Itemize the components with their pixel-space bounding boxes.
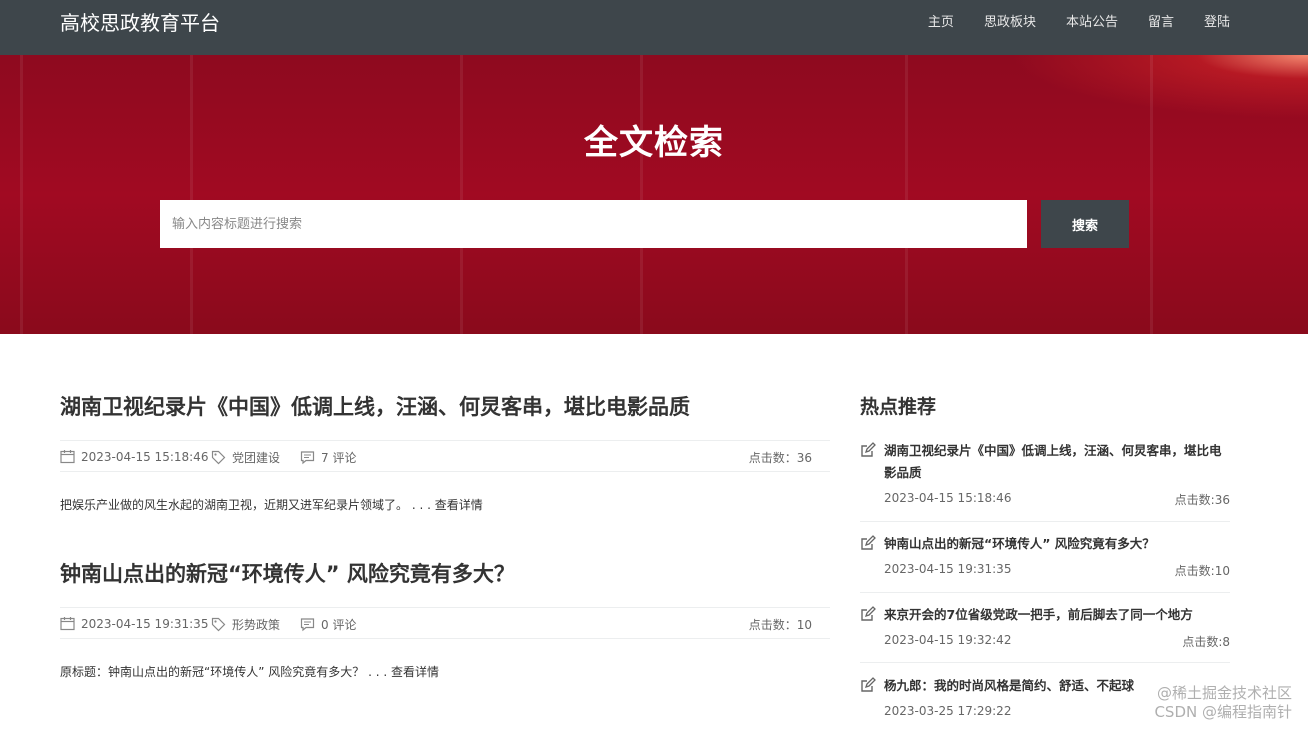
article-meta: 2023-04-15 15:18:46 党团建设 7 评论 点击数：36 (60, 440, 830, 472)
hot-recommend-title: 热点推荐 (860, 396, 937, 418)
article-item: 钟南山点出的新冠“环境传人” 风险究竟有多大？ 2023-04-15 19:31… (60, 559, 830, 679)
decor-stripe (460, 55, 463, 334)
edit-icon (861, 442, 876, 457)
nav-home[interactable]: 主页 (928, 14, 954, 32)
decor-stripe (20, 55, 23, 334)
comment-icon (300, 618, 315, 632)
hot-item-date: 2023-04-15 19:32:42 (884, 633, 1012, 647)
site-brand[interactable]: 高校思政教育平台 (60, 10, 220, 36)
edit-icon (861, 677, 876, 692)
article-category[interactable]: 党团建设 (232, 449, 280, 466)
hot-item-date: 2023-04-15 15:18:46 (884, 491, 1012, 505)
nav-announcements[interactable]: 本站公告 (1066, 14, 1118, 32)
article-comments[interactable]: 0 评论 (321, 616, 356, 633)
nav-ideology[interactable]: 思政板块 (984, 14, 1036, 32)
top-navbar: 高校思政教育平台 主页 思政板块 本站公告 留言 登陆 (0, 0, 1308, 55)
tag-icon (211, 450, 226, 465)
hero-title: 全文检索 (584, 123, 724, 163)
hot-item-title[interactable]: 钟南山点出的新冠“环境传人” 风险究竟有多大？ (884, 533, 1230, 555)
article-title[interactable]: 钟南山点出的新冠“环境传人” 风险究竟有多大？ (60, 559, 830, 589)
comment-icon (300, 451, 315, 465)
article-date: 2023-04-15 15:18:46 (81, 449, 209, 464)
decor-stripe (905, 55, 908, 334)
calendar-icon (60, 617, 75, 631)
article-comments[interactable]: 7 评论 (321, 449, 356, 466)
tag-icon (211, 617, 226, 632)
read-more-link[interactable]: . . . 查看详情 (408, 498, 483, 512)
hot-item-title[interactable]: 湖南卫视纪录片《中国》低调上线，汪涵、何炅客串，堪比电影品质 (884, 440, 1230, 484)
watermark: @稀土掘金技术社区 CSDN @编程指南针 (1154, 684, 1292, 721)
hot-list-item[interactable]: 湖南卫视纪录片《中国》低调上线，汪涵、何炅客串，堪比电影品质 2023-04-1… (860, 440, 1230, 522)
article-title[interactable]: 湖南卫视纪录片《中国》低调上线，汪涵、何炅客串，堪比电影品质 (60, 392, 830, 422)
hot-item-clicks: 点击数:8 (1182, 635, 1230, 649)
article-category[interactable]: 形势政策 (232, 616, 280, 633)
hot-item-clicks: 点击数:36 (1174, 493, 1230, 507)
main-nav: 主页 思政板块 本站公告 留言 登陆 (898, 14, 1230, 32)
article-clicks: 点击数：10 (748, 618, 812, 632)
search-input[interactable] (160, 200, 1027, 248)
read-more-link[interactable]: . . . 查看详情 (364, 665, 439, 679)
calendar-icon (60, 450, 75, 464)
hot-list-item[interactable]: 来京开会的7位省级党政一把手，前后脚去了同一个地方 2023-04-15 19:… (860, 604, 1230, 663)
article-summary: 原标题：钟南山点出的新冠“环境传人” 风险究竟有多大？ . . . 查看详情 (60, 665, 439, 679)
article-summary: 把娱乐产业做的风生水起的湖南卫视，近期又进军纪录片领域了。 . . . 查看详情 (60, 498, 483, 512)
article-clicks: 点击数：36 (748, 451, 812, 465)
hot-list-item[interactable]: 钟南山点出的新冠“环境传人” 风险究竟有多大？ 2023-04-15 19:31… (860, 533, 1230, 593)
decor-stripe (190, 55, 193, 334)
hot-item-date: 2023-03-25 17:29:22 (884, 704, 1012, 718)
article-date: 2023-04-15 19:31:35 (81, 616, 209, 631)
edit-icon (861, 606, 876, 621)
hot-item-title[interactable]: 来京开会的7位省级党政一把手，前后脚去了同一个地方 (884, 604, 1230, 626)
decor-stripe (1150, 55, 1153, 334)
search-button[interactable]: 搜索 (1041, 200, 1129, 248)
hot-item-clicks: 点击数:10 (1174, 564, 1230, 578)
article-item: 湖南卫视纪录片《中国》低调上线，汪涵、何炅客串，堪比电影品质 2023-04-1… (60, 392, 830, 512)
article-meta: 2023-04-15 19:31:35 形势政策 0 评论 点击数：10 (60, 607, 830, 639)
hero-banner: 全文检索 搜索 (0, 55, 1308, 334)
nav-login[interactable]: 登陆 (1204, 14, 1230, 32)
nav-messages[interactable]: 留言 (1148, 14, 1174, 32)
hot-item-date: 2023-04-15 19:31:35 (884, 562, 1012, 576)
edit-icon (861, 535, 876, 550)
decor-stripe (640, 55, 643, 334)
